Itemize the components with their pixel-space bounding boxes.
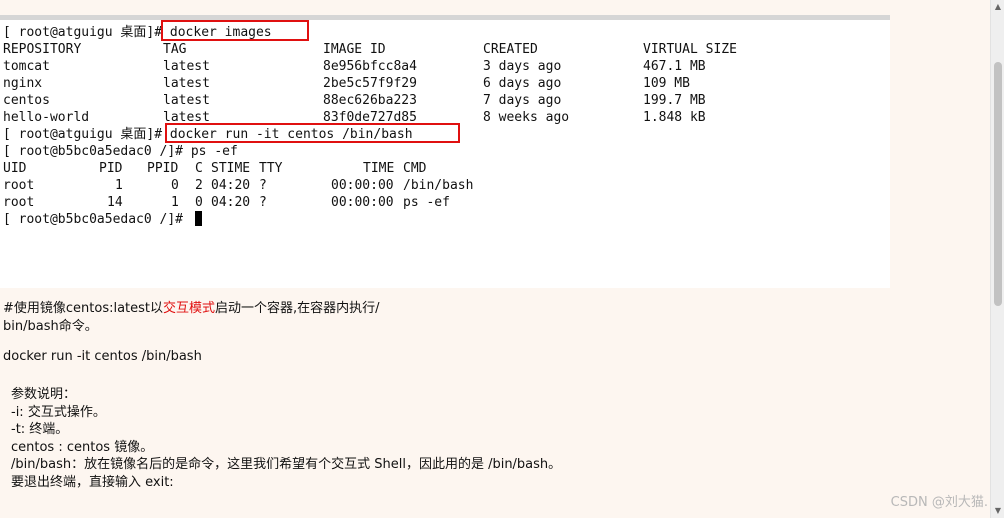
cell-virtual-size: 1.848 kB bbox=[643, 110, 706, 125]
cell-time: 00:00:00 bbox=[331, 195, 394, 210]
header-c: C bbox=[195, 161, 203, 176]
cursor-block bbox=[194, 211, 202, 226]
header-time: TIME bbox=[363, 161, 395, 176]
header-uid: UID bbox=[3, 161, 27, 176]
scrollbar-thumb[interactable] bbox=[994, 62, 1002, 306]
cell-tag: latest bbox=[163, 59, 210, 74]
terminal-line: [ root@b5bc0a5edac0 /]# ps -ef bbox=[3, 143, 238, 160]
header-created: CREATED bbox=[483, 42, 538, 57]
header-ppid: PPID bbox=[147, 161, 179, 176]
cell-virtual-size: 199.7 MB bbox=[643, 93, 706, 108]
header-virtual-size: VIRTUAL SIZE bbox=[643, 42, 737, 57]
cell-repository: hello-world bbox=[3, 110, 90, 125]
cell-repository: tomcat bbox=[3, 59, 50, 74]
cell-created: 8 weeks ago bbox=[483, 110, 570, 125]
terminal-screenshot: [ root@atguigu 桌面]# docker images REPOSI… bbox=[0, 15, 890, 288]
cell-ppid: 0 bbox=[171, 178, 179, 193]
cell-image-id: 88ec626ba223 bbox=[323, 93, 417, 108]
csdn-watermark: CSDN @刘大猫. bbox=[890, 495, 988, 510]
header-tag: TAG bbox=[163, 42, 187, 57]
description-highlight: 交互模式 bbox=[163, 301, 216, 316]
description-text: 启动一个容器,在容器内执行/ bbox=[215, 301, 380, 316]
cell-c: 0 bbox=[195, 195, 203, 210]
cell-virtual-size: 109 MB bbox=[643, 76, 690, 91]
cell-tty: ? bbox=[259, 178, 267, 193]
command-example: docker run -it centos /bin/bash bbox=[3, 349, 202, 364]
header-stime: STIME bbox=[211, 161, 251, 176]
page: [ root@atguigu 桌面]# docker images REPOSI… bbox=[0, 0, 1004, 518]
images-header-row: REPOSITORY TAG IMAGE ID CREATED VIRTUAL … bbox=[3, 41, 737, 58]
description-line-2: bin/bash命令。 bbox=[3, 319, 98, 334]
cell-cmd: ps -ef bbox=[403, 195, 450, 210]
cell-pid: 14 bbox=[107, 195, 123, 210]
param-item: /bin/bash：放在镜像名后的是命令，这里我们希望有个交互式 Shell，因… bbox=[11, 457, 562, 472]
cell-image-id: 2be5c57f9f29 bbox=[323, 76, 417, 91]
param-item: 要退出终端，直接输入 exit: bbox=[11, 475, 174, 490]
table-row: centos latest 88ec626ba223 7 days ago 19… bbox=[3, 92, 706, 109]
table-row: nginx latest 2be5c57f9f29 6 days ago 109… bbox=[3, 75, 690, 92]
cell-uid: root bbox=[3, 195, 35, 210]
header-repository: REPOSITORY bbox=[3, 42, 82, 57]
cell-ppid: 1 bbox=[171, 195, 179, 210]
scroll-up-arrow-icon[interactable]: ▲ bbox=[993, 2, 1003, 12]
cell-tag: latest bbox=[163, 93, 210, 108]
description-text: #使用镜像centos:latest以 bbox=[3, 301, 164, 316]
vertical-scrollbar[interactable]: ▲ ▼ bbox=[990, 0, 1004, 518]
shell-prompt: [ root@atguigu 桌面]# bbox=[3, 127, 170, 142]
header-pid: PID bbox=[99, 161, 123, 176]
table-row: tomcat latest 8e956bfcc8a4 3 days ago 46… bbox=[3, 58, 706, 75]
params-title: 参数说明： bbox=[11, 387, 77, 402]
command-ps: ps -ef bbox=[190, 144, 238, 159]
cell-time: 00:00:00 bbox=[331, 178, 394, 193]
cell-created: 3 days ago bbox=[483, 59, 562, 74]
cell-repository: centos bbox=[3, 93, 50, 108]
shell-prompt: [ root@atguigu 桌面]# bbox=[3, 25, 170, 40]
cell-uid: root bbox=[3, 178, 35, 193]
cell-stime: 04:20 bbox=[211, 195, 251, 210]
terminal-line: [ root@b5bc0a5edac0 /]# bbox=[3, 211, 202, 228]
highlight-box-docker-run bbox=[165, 123, 460, 143]
shell-prompt: [ root@b5bc0a5edac0 /]# bbox=[3, 212, 191, 227]
cell-c: 2 bbox=[195, 178, 203, 193]
cell-virtual-size: 467.1 MB bbox=[643, 59, 706, 74]
scroll-down-arrow-icon[interactable]: ▼ bbox=[993, 506, 1003, 516]
param-item: centos : centos 镜像。 bbox=[11, 440, 154, 455]
cell-image-id: 8e956bfcc8a4 bbox=[323, 59, 417, 74]
description-line-1: #使用镜像centos:latest以交互模式启动一个容器,在容器内执行/ bbox=[3, 300, 380, 318]
shell-prompt: [ root@b5bc0a5edac0 /]# bbox=[3, 144, 191, 159]
cell-stime: 04:20 bbox=[211, 178, 251, 193]
param-item: -i: 交互式操作。 bbox=[11, 405, 106, 420]
cell-pid: 1 bbox=[115, 178, 123, 193]
cell-tty: ? bbox=[259, 195, 267, 210]
ps-header-row: UID PID PPID C STIME TTY TIME CMD bbox=[3, 160, 603, 177]
cell-tag: latest bbox=[163, 76, 210, 91]
header-cmd: CMD bbox=[403, 161, 427, 176]
header-image-id: IMAGE ID bbox=[323, 42, 386, 57]
table-row: hello-world latest 83f0de727d85 8 weeks … bbox=[3, 109, 706, 126]
cell-cmd: /bin/bash bbox=[403, 178, 474, 193]
table-row: root 1 0 2 04:20 ? 00:00:00 /bin/bash bbox=[3, 177, 603, 194]
cell-created: 7 days ago bbox=[483, 93, 562, 108]
cell-repository: nginx bbox=[3, 76, 43, 91]
cell-created: 6 days ago bbox=[483, 76, 562, 91]
table-row: root 14 1 0 04:20 ? 00:00:00 ps -ef bbox=[3, 194, 603, 211]
param-item: -t: 终端。 bbox=[11, 422, 69, 437]
header-tty: TTY bbox=[259, 161, 283, 176]
highlight-box-docker-images bbox=[161, 20, 309, 41]
